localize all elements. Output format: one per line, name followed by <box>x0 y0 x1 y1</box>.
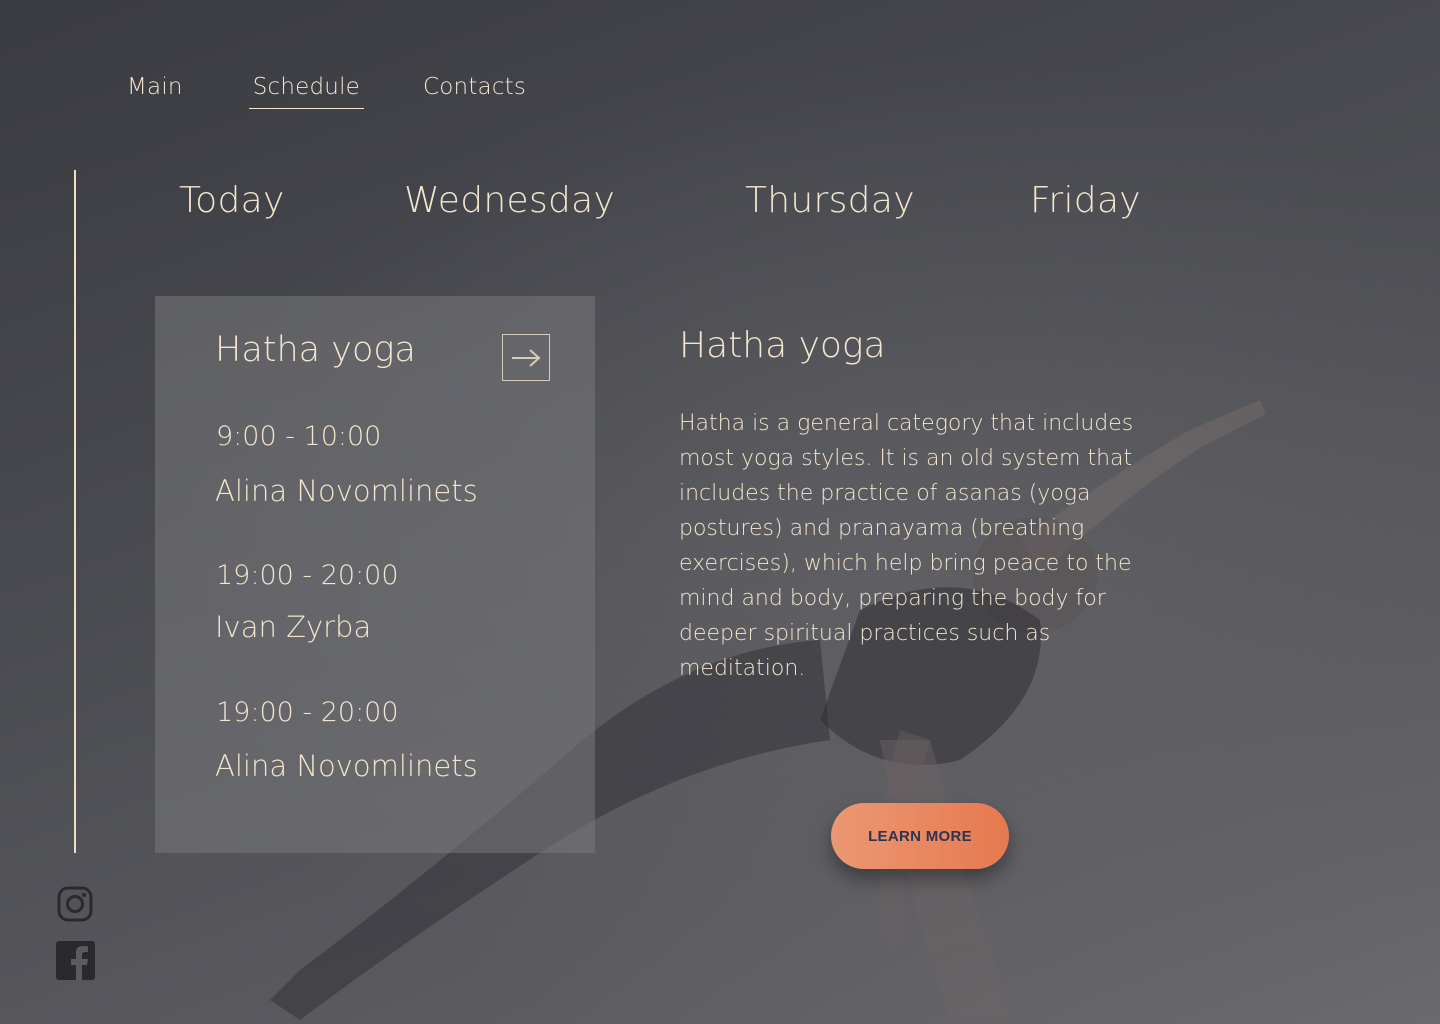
day-tab-today[interactable]: Today <box>179 180 285 221</box>
facebook-link[interactable] <box>56 941 95 984</box>
description-title: Hatha yoga <box>679 325 886 366</box>
instagram-icon <box>57 886 93 922</box>
facebook-icon <box>56 941 95 980</box>
day-tab-thursday[interactable]: Thursday <box>745 180 915 221</box>
nav-contacts[interactable]: Contacts <box>419 74 530 106</box>
description-text: Hatha is a general category that include… <box>679 411 1134 681</box>
card-title: Hatha yoga <box>215 330 416 370</box>
arrow-right-icon <box>512 348 541 367</box>
nav-main[interactable]: Main <box>127 74 187 106</box>
schedule-card: Hatha yoga 9:00 - 10:00 Alina Novomlinet… <box>155 296 595 853</box>
slot-time: 19:00 - 20:00 <box>216 697 399 728</box>
day-tab-wednesday[interactable]: Wednesday <box>404 180 615 221</box>
day-tab-friday[interactable]: Friday <box>1030 180 1141 221</box>
nav-schedule[interactable]: Schedule <box>248 74 365 109</box>
learn-more-button[interactable]: LEARN MORE <box>831 803 1009 869</box>
slot-time: 19:00 - 20:00 <box>216 560 399 591</box>
slot-instructor: Alina Novomlinets <box>215 749 478 783</box>
instagram-link[interactable] <box>56 885 94 927</box>
top-navigation: Main Schedule Contacts <box>127 74 530 109</box>
slot-instructor: Ivan Zyrba <box>215 610 372 644</box>
vertical-divider <box>74 170 76 853</box>
slot-time: 9:00 - 10:00 <box>216 421 382 452</box>
slot-instructor: Alina Novomlinets <box>215 474 478 508</box>
next-arrow-button[interactable] <box>502 334 550 381</box>
